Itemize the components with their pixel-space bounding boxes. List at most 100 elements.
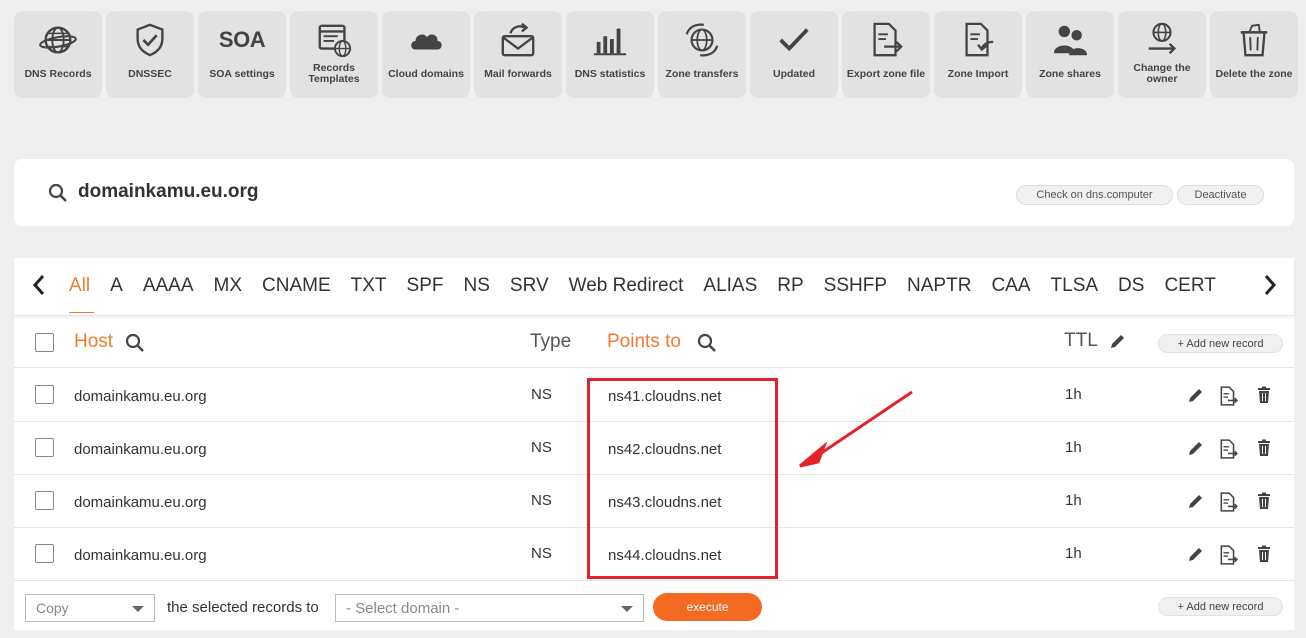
row-points-to: ns41.cloudns.net: [608, 388, 722, 405]
zone-shares-button[interactable]: Zone shares: [1026, 11, 1114, 98]
export-zone-file-button[interactable]: Export zone file: [842, 11, 930, 98]
globe-icon: [39, 26, 77, 54]
cloud-icon: [411, 34, 442, 50]
row-host: domainkamu.eu.org: [74, 441, 207, 458]
edit-icon[interactable]: [1187, 439, 1205, 457]
host-search-icon[interactable]: [125, 333, 145, 353]
type-column-header: Type: [530, 331, 572, 352]
add-new-record-button-bottom[interactable]: + Add new record: [1158, 597, 1283, 616]
dnssec-button[interactable]: DNSSEC: [106, 11, 194, 98]
zone-transfer-icon: [685, 23, 719, 57]
edit-icon[interactable]: [1187, 545, 1205, 563]
tab-mx[interactable]: MX: [214, 275, 243, 313]
row-checkbox[interactable]: [35, 385, 54, 404]
row-ttl: 1h: [1065, 439, 1082, 456]
tabs-scroll-left-button[interactable]: [28, 272, 50, 298]
chevron-down-icon: [621, 606, 633, 612]
tool-label: DNS Records: [24, 67, 92, 80]
tab-web-redirect[interactable]: Web Redirect: [569, 275, 684, 313]
tool-label: Mail forwards: [484, 67, 552, 80]
points-to-search-icon[interactable]: [697, 333, 717, 353]
tab-list: All A AAAA MX CNAME TXT SPF NS SRV Web Redirect AL…: [69, 275, 1249, 313]
domain-header: domainkamu.eu.org Check on dns.computer …: [14, 159, 1294, 226]
import-file-icon: [965, 22, 994, 57]
change-owner-button[interactable]: Change the owner: [1118, 11, 1206, 98]
bulk-action-text: the selected records to: [167, 599, 319, 616]
tab-rp[interactable]: RP: [777, 275, 803, 313]
ttl-column-header: TTL: [1064, 330, 1098, 351]
mail-forwards-button[interactable]: Mail forwards: [474, 11, 562, 98]
tab-spf[interactable]: SPF: [407, 275, 444, 313]
execute-button[interactable]: execute: [653, 593, 762, 621]
cloud-domains-button[interactable]: Cloud domains: [382, 11, 470, 98]
search-icon[interactable]: [48, 183, 68, 203]
table-row: domainkamu.eu.org NS ns43.cloudns.net 1h: [14, 475, 1294, 528]
delete-icon[interactable]: [1255, 545, 1273, 563]
tabs-scroll-right-button[interactable]: [1259, 272, 1281, 298]
tab-aaaa[interactable]: AAAA: [143, 275, 194, 313]
tab-srv[interactable]: SRV: [510, 275, 549, 313]
tab-naptr[interactable]: NAPTR: [907, 275, 971, 313]
target-domain-select[interactable]: - Select domain -: [335, 594, 644, 622]
edit-icon[interactable]: [1187, 386, 1205, 404]
bar-chart-icon: [593, 28, 627, 56]
export-record-icon[interactable]: [1218, 545, 1238, 565]
export-record-icon[interactable]: [1218, 439, 1238, 459]
row-ttl: 1h: [1065, 492, 1082, 509]
row-points-to: ns43.cloudns.net: [608, 494, 722, 511]
deactivate-button[interactable]: Deactivate: [1177, 185, 1264, 205]
add-new-record-button[interactable]: + Add new record: [1158, 334, 1283, 353]
tab-ds[interactable]: DS: [1118, 275, 1144, 313]
tool-label: Updated: [773, 67, 815, 80]
chevron-right-icon: [1264, 275, 1277, 295]
edit-ttl-icon[interactable]: [1109, 333, 1126, 350]
check-dns-computer-button[interactable]: Check on dns.computer: [1016, 185, 1173, 205]
trash-icon: [1240, 23, 1268, 57]
soa-text-icon: SOA: [218, 27, 266, 52]
tool-label: Export zone file: [846, 67, 926, 80]
tab-txt[interactable]: TXT: [351, 275, 387, 313]
row-checkbox[interactable]: [35, 491, 54, 510]
delete-icon[interactable]: [1255, 492, 1273, 510]
export-record-icon[interactable]: [1218, 492, 1238, 512]
table-row: domainkamu.eu.org NS ns42.cloudns.net 1h: [14, 422, 1294, 475]
zone-transfers-button[interactable]: Zone transfers: [658, 11, 746, 98]
export-record-icon[interactable]: [1218, 386, 1238, 406]
row-host: domainkamu.eu.org: [74, 494, 207, 511]
tab-tlsa[interactable]: TLSA: [1051, 275, 1099, 313]
dns-statistics-button[interactable]: DNS statistics: [566, 11, 654, 98]
records-templates-button[interactable]: Records Templates: [290, 11, 378, 98]
row-host: domainkamu.eu.org: [74, 388, 207, 405]
delete-zone-button[interactable]: Delete the zone: [1210, 11, 1298, 98]
table-row: domainkamu.eu.org NS ns41.cloudns.net 1h: [14, 369, 1294, 422]
tab-ns[interactable]: NS: [463, 275, 489, 313]
tool-label: Change the owner: [1133, 62, 1191, 85]
tool-label: Cloud domains: [388, 67, 464, 80]
dns-records-button[interactable]: DNS Records: [14, 11, 102, 98]
tab-all[interactable]: All: [69, 275, 95, 313]
users-icon: [1053, 25, 1088, 56]
tool-label: Zone shares: [1039, 67, 1101, 80]
delete-icon[interactable]: [1255, 439, 1273, 457]
row-checkbox[interactable]: [35, 438, 54, 457]
tab-alias[interactable]: ALIAS: [703, 275, 757, 313]
bulk-action-select[interactable]: Copy: [25, 594, 155, 622]
tool-label: DNS statistics: [574, 67, 646, 80]
select-all-checkbox[interactable]: [35, 333, 54, 352]
edit-icon[interactable]: [1187, 492, 1205, 510]
tab-caa[interactable]: CAA: [991, 275, 1030, 313]
delete-icon[interactable]: [1255, 386, 1273, 404]
row-type: NS: [531, 545, 552, 562]
shield-check-icon: [136, 23, 164, 57]
tab-sshfp[interactable]: SSHFP: [824, 275, 887, 313]
tab-cname[interactable]: CNAME: [262, 275, 331, 313]
points-to-column-header[interactable]: Points to: [607, 331, 681, 353]
row-checkbox[interactable]: [35, 544, 54, 563]
updated-button[interactable]: Updated: [750, 11, 838, 98]
tab-cert[interactable]: CERT: [1164, 275, 1215, 313]
host-column-header[interactable]: Host: [74, 331, 113, 353]
records-table-card: All A AAAA MX CNAME TXT SPF NS SRV Web Redirect AL…: [14, 258, 1294, 630]
zone-import-button[interactable]: Zone Import: [934, 11, 1022, 98]
tab-a[interactable]: A: [110, 275, 123, 313]
soa-settings-button[interactable]: SOA SOA settings: [198, 11, 286, 98]
